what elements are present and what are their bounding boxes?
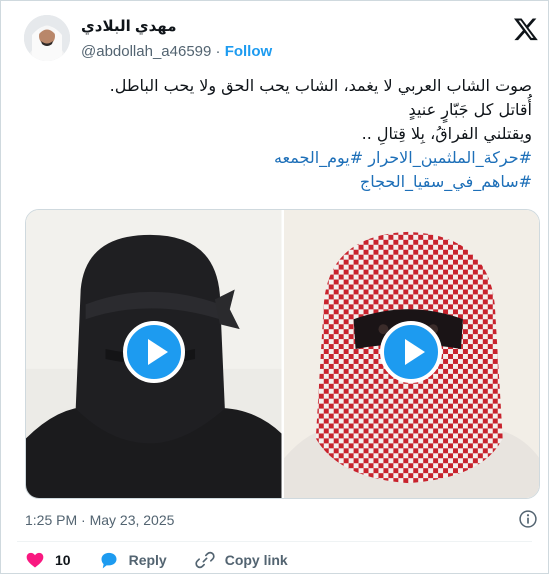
handle-separator: ·: [215, 43, 221, 60]
play-icon[interactable]: [122, 321, 185, 383]
tweet-card: مهدي البلادي @abdollah_a46599 · Follow ص…: [0, 0, 549, 574]
author-handle[interactable]: @abdollah_a46599: [81, 43, 211, 60]
tweet-line: ويقتلني الفراقُ، بِلا قِتالِ ..: [361, 124, 532, 143]
tweet-line: صوت الشاب العربي لا يغمد، الشاب يحب الحق…: [109, 76, 532, 95]
hashtag-link[interactable]: #يوم_الجمعه: [274, 148, 363, 167]
video-thumbnail-2[interactable]: [283, 210, 539, 498]
reply-button[interactable]: Reply: [99, 550, 167, 570]
divider: [17, 541, 532, 542]
like-count: 10: [55, 552, 71, 568]
copy-link-label: Copy link: [224, 552, 288, 568]
hashtag-line: #ساهم_في_سقيا_الحجاج: [17, 170, 532, 194]
author-handle-row: @abdollah_a46599 · Follow: [81, 43, 272, 60]
action-bar: 10 Reply Copy link: [25, 549, 316, 571]
copy-link-button[interactable]: Copy link: [195, 550, 288, 570]
author-avatar[interactable]: [24, 15, 70, 61]
hashtag-link[interactable]: #حركة_الملثمين_الاحرار: [368, 148, 532, 167]
media-grid: [25, 209, 540, 499]
reply-bubble-icon: [101, 552, 117, 569]
video-thumbnail-1[interactable]: [26, 210, 282, 498]
tweet-line: أُقاتل كل جَبّارٍ عنيدٍ: [408, 100, 532, 119]
like-button[interactable]: 10: [25, 550, 71, 570]
tweet-timestamp[interactable]: 1:25 PM · May 23, 2025: [25, 512, 174, 528]
hashtag-line: #حركة_الملثمين_الاحرار #يوم_الجمعه: [17, 146, 532, 170]
link-icon: [195, 551, 215, 569]
follow-button[interactable]: Follow: [225, 43, 273, 60]
heart-icon: [26, 552, 44, 568]
x-logo-icon[interactable]: [513, 16, 539, 42]
tweet-text: صوت الشاب العربي لا يغمد، الشاب يحب الحق…: [17, 74, 532, 194]
info-icon[interactable]: [518, 509, 538, 529]
author-display-name[interactable]: مهدي البلادي: [81, 17, 177, 35]
play-icon[interactable]: [380, 321, 443, 383]
hashtag-link[interactable]: #ساهم_في_سقيا_الحجاج: [360, 172, 532, 191]
reply-label: Reply: [128, 552, 167, 568]
